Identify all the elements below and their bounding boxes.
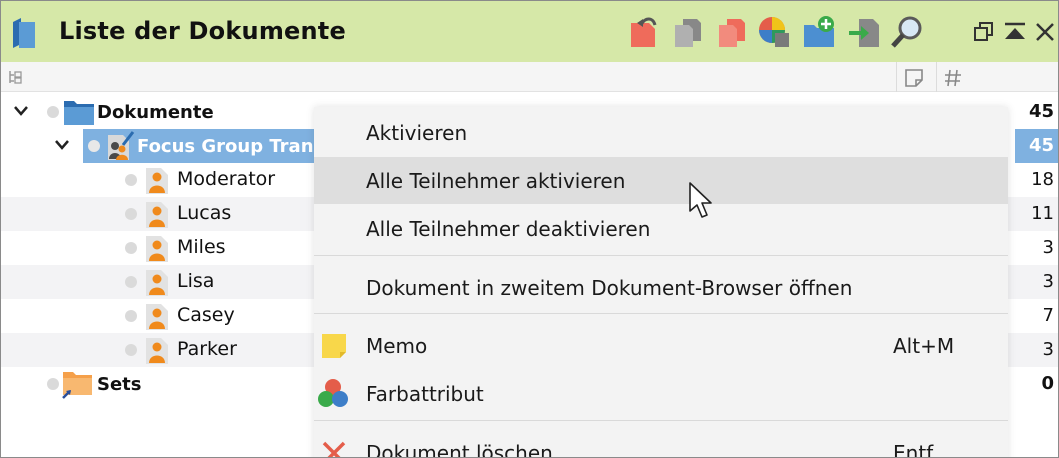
- status-dot: [125, 174, 137, 186]
- tree-label-speaker: Casey: [177, 304, 235, 326]
- menu-item-label: Alle Teilnehmer aktivieren: [366, 169, 626, 193]
- memo-column-icon[interactable]: [904, 68, 924, 88]
- color-attribute-icon: [318, 379, 348, 407]
- status-dot: [125, 344, 137, 356]
- context-menu: Aktivieren Alle Teilnehmer aktivieren Al…: [314, 107, 1008, 458]
- sets-folder-icon: [62, 372, 92, 399]
- person-icon: [146, 168, 168, 194]
- person-icon: [146, 304, 168, 330]
- menu-separator: [314, 255, 1008, 256]
- number-column-icon[interactable]: [943, 68, 963, 88]
- menu-item-shortcut: Entf: [893, 441, 934, 458]
- tree-count: 7: [1042, 305, 1054, 326]
- color-wheel-icon[interactable]: [757, 15, 791, 49]
- menu-item-activate[interactable]: Aktivieren: [314, 109, 1008, 156]
- delete-icon: [322, 441, 346, 457]
- tree-label-speaker: Lisa: [177, 270, 215, 292]
- tree-label-documents: Dokumente: [97, 102, 214, 123]
- person-icon: [146, 236, 168, 262]
- title-bar: Liste der Dokumente: [1, 1, 1058, 62]
- tree-count: 3: [1042, 237, 1054, 258]
- memo-icon: [322, 334, 346, 358]
- status-dot: [125, 208, 137, 220]
- menu-item-label: Dokument löschen: [366, 441, 553, 458]
- mouse-pointer-icon: [689, 182, 712, 218]
- tree-count: 11: [1031, 203, 1054, 224]
- menu-item-label: Aktivieren: [366, 121, 468, 145]
- menu-item-label: Alle Teilnehmer deaktivieren: [366, 217, 651, 241]
- person-icon: [146, 202, 168, 228]
- menu-item-open-second-browser[interactable]: Dokument in zweitem Dokument-Browser öff…: [314, 264, 1008, 311]
- menu-item-label: Farbattribut: [366, 382, 484, 406]
- chevron-down-icon[interactable]: [54, 138, 70, 152]
- column-separator: [936, 62, 937, 92]
- menu-item-activate-all-participants[interactable]: Alle Teilnehmer aktivieren: [314, 157, 1008, 204]
- tree-count: 45: [1028, 101, 1054, 122]
- menu-separator: [314, 420, 1008, 421]
- menu-item-label: Memo: [366, 334, 428, 358]
- document-list-window: Liste der Dokumente Dokumente 45 Focus G…: [0, 0, 1059, 458]
- menu-item-label: Dokument in zweitem Dokument-Browser öff…: [366, 276, 853, 300]
- tree-label-sets: Sets: [97, 374, 142, 395]
- column-separator: [896, 62, 897, 92]
- person-icon: [146, 338, 168, 364]
- column-header: [1, 62, 1058, 92]
- status-dot: [47, 106, 59, 118]
- tree-count: 18: [1031, 169, 1054, 190]
- menu-item-color-attribute[interactable]: Farbattribut: [314, 370, 1008, 417]
- menu-separator: [314, 313, 1008, 314]
- restore-icon[interactable]: [971, 19, 997, 45]
- menu-item-deactivate-all-participants[interactable]: Alle Teilnehmer deaktivieren: [314, 205, 1008, 252]
- status-dot: [47, 378, 59, 390]
- tree-label-speaker: Parker: [177, 338, 237, 360]
- status-dot: [125, 276, 137, 288]
- status-dot: [125, 310, 137, 322]
- tree-label-speaker: Lucas: [177, 202, 232, 224]
- tree-label-speaker: Miles: [177, 236, 226, 258]
- documents-icon[interactable]: [715, 15, 749, 49]
- tree-count: 3: [1042, 339, 1054, 360]
- menu-item-memo[interactable]: Memo Alt+M: [314, 322, 1008, 369]
- tree-icon[interactable]: [8, 70, 22, 84]
- focus-group-icon: [108, 131, 135, 160]
- menu-item-delete-document[interactable]: Dokument löschen Entf: [314, 429, 1008, 458]
- menu-item-shortcut: Alt+M: [893, 334, 955, 358]
- new-folder-icon[interactable]: [802, 15, 836, 49]
- folder-icon: [64, 101, 94, 125]
- document-system-icon: [13, 18, 35, 48]
- person-icon: [146, 270, 168, 296]
- collapse-icon[interactable]: [1002, 19, 1028, 45]
- activate-icon[interactable]: [627, 15, 661, 49]
- tree-count: 45: [1028, 135, 1054, 156]
- status-dot: [88, 140, 100, 152]
- tree-count: 0: [1041, 373, 1054, 394]
- chevron-down-icon[interactable]: [13, 104, 29, 118]
- status-dot: [125, 242, 137, 254]
- tree-count: 3: [1042, 271, 1054, 292]
- window-title: Liste der Dokumente: [59, 17, 346, 45]
- close-icon[interactable]: [1032, 19, 1058, 45]
- import-icon[interactable]: [847, 15, 881, 49]
- tree-label-speaker: Moderator: [177, 168, 276, 190]
- search-icon[interactable]: [890, 15, 924, 49]
- copy-icon[interactable]: [671, 15, 705, 49]
